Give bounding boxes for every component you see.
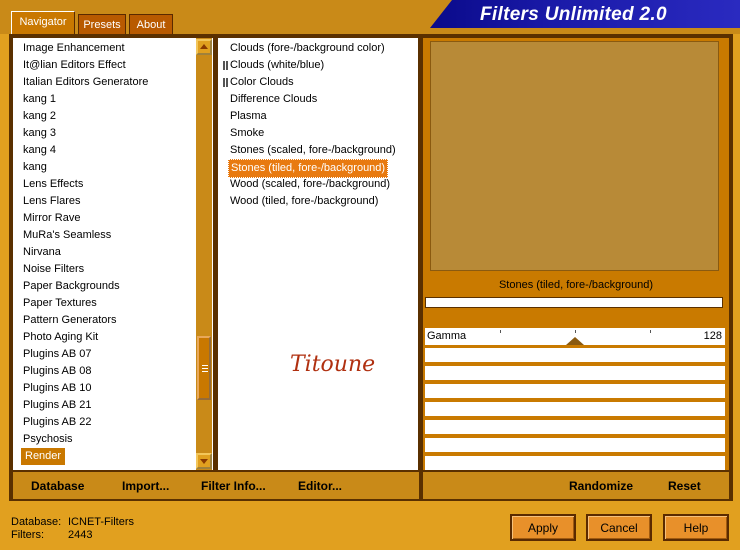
database-label: Database: bbox=[11, 516, 62, 528]
empty-slider-row bbox=[425, 438, 725, 452]
empty-slider-row bbox=[425, 420, 725, 434]
category-scrollbar[interactable] bbox=[196, 38, 212, 470]
list-item[interactable]: It@lian Editors Effect bbox=[23, 57, 126, 74]
progress-bar bbox=[425, 297, 723, 308]
help-button[interactable]: Help bbox=[663, 514, 729, 541]
filter-info-button[interactable]: Filter Info... bbox=[201, 478, 266, 494]
list-item[interactable]: Clouds (white/blue) bbox=[230, 57, 324, 74]
slider-label: Gamma bbox=[427, 330, 467, 342]
list-item[interactable]: Paper Textures bbox=[23, 295, 97, 312]
list-item[interactable]: Plasma bbox=[230, 108, 267, 125]
list-item[interactable]: Stones (scaled, fore-/background) bbox=[230, 142, 396, 159]
tab-presets[interactable]: Presets bbox=[78, 14, 126, 34]
empty-slider-row bbox=[425, 366, 725, 380]
empty-slider-row bbox=[425, 456, 725, 470]
list-item[interactable]: Wood (tiled, fore-/background) bbox=[230, 193, 378, 210]
list-item[interactable]: Plugins AB 10 bbox=[23, 380, 92, 397]
tab-about[interactable]: About bbox=[129, 14, 173, 34]
slider-tick bbox=[575, 330, 576, 333]
list-item[interactable]: kang 1 bbox=[23, 91, 56, 108]
database-value: ICNET-Filters bbox=[68, 516, 134, 528]
empty-slider-row bbox=[425, 348, 725, 362]
watermark-signature: Titoune bbox=[290, 352, 376, 377]
empty-slider-row bbox=[425, 402, 725, 416]
empty-slider-row bbox=[425, 384, 725, 398]
scroll-up-button[interactable] bbox=[196, 39, 212, 55]
favorite-marker-icon bbox=[223, 61, 228, 70]
list-item[interactable]: kang bbox=[23, 159, 47, 176]
list-item[interactable]: Photo Aging Kit bbox=[23, 329, 98, 346]
reset-button[interactable]: Reset bbox=[668, 478, 701, 494]
list-item[interactable]: kang 4 bbox=[23, 142, 56, 159]
scroll-thumb[interactable] bbox=[197, 336, 211, 400]
cancel-button[interactable]: Cancel bbox=[586, 514, 652, 541]
favorite-marker-icon bbox=[223, 78, 228, 87]
down-arrow-icon bbox=[200, 459, 208, 464]
list-item[interactable]: Paper Backgrounds bbox=[23, 278, 120, 295]
list-item[interactable]: Smoke bbox=[230, 125, 264, 142]
list-item[interactable]: Plugins AB 22 bbox=[23, 414, 92, 431]
list-item[interactable]: Image Enhancement bbox=[23, 40, 125, 57]
filters-label: Filters: bbox=[11, 529, 44, 541]
database-button[interactable]: Database bbox=[31, 478, 84, 494]
list-item[interactable]: Lens Effects bbox=[23, 176, 83, 193]
current-filter-name: Stones (tiled, fore-/background) bbox=[425, 276, 727, 294]
list-item[interactable]: Wood (scaled, fore-/background) bbox=[230, 176, 390, 193]
list-item[interactable]: Color Clouds bbox=[230, 74, 294, 91]
slider-tick bbox=[500, 330, 501, 333]
import-button[interactable]: Import... bbox=[122, 478, 169, 494]
list-item[interactable]: Plugins AB 21 bbox=[23, 397, 92, 414]
list-item[interactable]: Plugins AB 07 bbox=[23, 346, 92, 363]
list-item[interactable]: Pattern Generators bbox=[23, 312, 117, 329]
randomize-button[interactable]: Randomize bbox=[569, 478, 633, 494]
list-item[interactable]: Difference Clouds bbox=[230, 91, 317, 108]
slider-value: 128 bbox=[703, 330, 722, 342]
list-item[interactable]: Plugins AB 08 bbox=[23, 363, 92, 380]
list-item[interactable]: MuRa's Seamless bbox=[23, 227, 111, 244]
database-info: Database: bbox=[11, 516, 61, 529]
slider-handle-icon[interactable] bbox=[566, 337, 584, 345]
slider-tick bbox=[650, 330, 651, 333]
scroll-down-button[interactable] bbox=[196, 453, 212, 469]
list-item[interactable]: Nirvana bbox=[23, 244, 61, 261]
list-item[interactable]: Italian Editors Generatore bbox=[23, 74, 148, 91]
list-item[interactable]: Mirror Rave bbox=[23, 210, 80, 227]
list-item[interactable]: kang 3 bbox=[23, 125, 56, 142]
filters-count: 2443 bbox=[68, 529, 93, 541]
list-item[interactable]: kang 2 bbox=[23, 108, 56, 125]
list-item[interactable]: Clouds (fore-/background color) bbox=[230, 40, 385, 57]
list-item[interactable]: Noise Filters bbox=[23, 261, 84, 278]
category-list[interactable]: Image Enhancement It@lian Editors Effect… bbox=[13, 38, 213, 470]
app-title: Filters Unlimited 2.0 bbox=[480, 4, 667, 25]
list-item[interactable]: Psychosis bbox=[23, 431, 73, 448]
editor-button[interactable]: Editor... bbox=[298, 478, 342, 494]
list-item[interactable]: Lens Flares bbox=[23, 193, 80, 210]
list-item-selected[interactable]: Render bbox=[21, 448, 66, 465]
up-arrow-icon bbox=[200, 44, 208, 49]
filter-list[interactable]: Clouds (fore-/background color) Clouds (… bbox=[218, 38, 418, 470]
apply-button[interactable]: Apply bbox=[510, 514, 576, 541]
preview-image bbox=[430, 41, 719, 271]
tab-navigator[interactable]: Navigator bbox=[11, 11, 75, 34]
